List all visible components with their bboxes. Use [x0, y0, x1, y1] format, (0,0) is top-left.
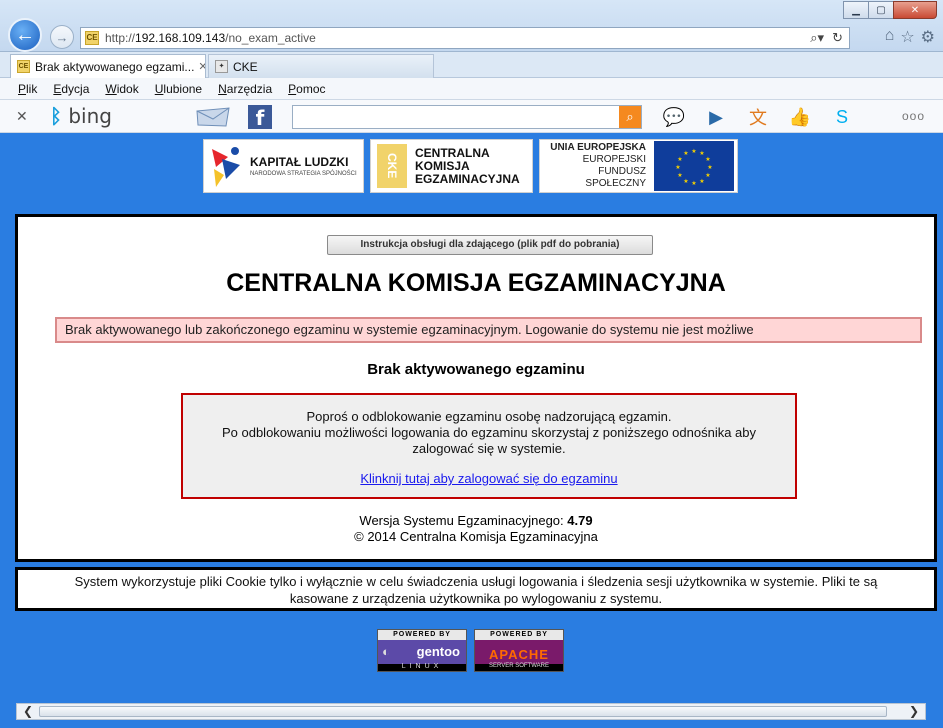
bing-search-button[interactable]: ⌕: [619, 106, 641, 128]
refresh-icon[interactable]: ↻: [832, 30, 843, 46]
svg-text:★: ★: [707, 164, 712, 171]
menu-pomoc[interactable]: Pomoc: [288, 82, 325, 96]
gentoo-badge[interactable]: POWERED BY ◐ gentoo LINUX: [377, 629, 467, 672]
bing-close-icon[interactable]: ✕: [16, 108, 28, 125]
version-value: 4.79: [567, 513, 593, 528]
section-title: Brak aktywowanego egzaminu: [367, 361, 585, 378]
address-url[interactable]: http://192.168.109.143/no_exam_active: [105, 31, 316, 45]
server-badges: POWERED BY ◐ gentoo LINUX POWERED BY APAC…: [377, 629, 564, 672]
menu-narzedzia[interactable]: Narzędzia: [218, 82, 272, 96]
menu-bar: Plik Edycja Widok Ulubione Narzędzia Pom…: [0, 78, 943, 100]
copyright: © 2014 Centralna Komisja Egzaminacyjna: [354, 529, 598, 544]
video-icon[interactable]: ▶: [702, 104, 730, 130]
more-icon[interactable]: ooo: [902, 109, 925, 123]
cke-mark: CKE: [377, 144, 407, 188]
svg-text:★: ★: [675, 164, 680, 171]
info-box: Poproś o odblokowanie egzaminu osobę nad…: [181, 393, 797, 499]
mail-icon[interactable]: [196, 107, 230, 127]
like-icon[interactable]: 👍: [786, 104, 814, 130]
scroll-left-icon[interactable]: ❮: [19, 704, 37, 719]
info-text-line2: Po odblokowaniu możliwości logowania do …: [221, 425, 757, 456]
menu-edycja[interactable]: Edycja: [53, 82, 89, 96]
eu-logo: UNIA EUROPEJSKA EUROPEJSKI FUNDUSZ SPOŁE…: [539, 139, 738, 193]
svg-text:★: ★: [699, 178, 704, 185]
skype-icon[interactable]: S: [828, 104, 856, 130]
apache-badge[interactable]: POWERED BY APACHE SERVER SOFTWARE: [474, 629, 564, 672]
svg-text:★: ★: [677, 156, 682, 163]
forward-button[interactable]: →: [50, 25, 74, 49]
scroll-right-icon[interactable]: ❯: [905, 704, 923, 719]
svg-text:★: ★: [691, 180, 696, 187]
horizontal-scrollbar[interactable]: ❮ ❯: [16, 703, 926, 720]
menu-ulubione[interactable]: Ulubione: [155, 82, 202, 96]
error-alert: Brak aktywowanego lub zakończonego egzam…: [55, 317, 922, 343]
translate-icon[interactable]: 文: [744, 104, 772, 130]
svg-text:★: ★: [677, 172, 682, 179]
tab-label: CKE: [233, 59, 258, 74]
logo-strip: KAPITAŁ LUDZKI NARODOWA STRATEGIA SPÓJNO…: [203, 139, 738, 193]
arrow-right-icon: →: [55, 29, 69, 45]
minimize-button[interactable]: ▁: [843, 1, 869, 19]
window-controls: ▁ ▢ ✕: [843, 1, 937, 19]
kapital-ludzki-logo: KAPITAŁ LUDZKI NARODOWA STRATEGIA SPÓJNO…: [203, 139, 364, 193]
svg-text:★: ★: [691, 148, 696, 155]
cookie-notice: System wykorzystuje pliki Cookie tylko i…: [15, 567, 937, 611]
menu-widok[interactable]: Widok: [105, 82, 138, 96]
instruction-pdf-button[interactable]: Instrukcja obsługi dla zdającego (plik p…: [327, 235, 653, 255]
browser-toolbar-icons: ⌂ ☆ ⚙: [885, 27, 935, 47]
scrollbar-thumb[interactable]: [39, 706, 887, 717]
arrow-left-icon: ←: [15, 23, 35, 46]
eagle-favicon-icon: ✦: [215, 60, 228, 73]
search-icon[interactable]: ⌕▾: [810, 30, 824, 46]
tab-active[interactable]: CE Brak aktywowanego egzami... ✕: [10, 54, 206, 78]
favorites-star-icon[interactable]: ☆: [900, 27, 914, 47]
svg-text:★: ★: [705, 172, 710, 179]
bing-search-input[interactable]: ⌕: [292, 105, 642, 129]
svg-text:★: ★: [683, 178, 688, 185]
bing-logo: ᛒ bing: [50, 104, 112, 128]
home-icon[interactable]: ⌂: [885, 27, 895, 47]
svg-text:★: ★: [699, 150, 704, 157]
kapital-ludzki-mark-icon: [208, 143, 244, 189]
version-info: Wersja Systemu Egzaminacyjnego: 4.79 © 2…: [18, 513, 934, 545]
address-bar[interactable]: CE http://192.168.109.143/no_exam_active…: [80, 27, 850, 49]
search-icon: ⌕: [626, 109, 634, 124]
tab-favicon: CE: [17, 60, 30, 73]
page-title: CENTRALNA KOMISJA EGZAMINACYJNA: [226, 269, 726, 297]
close-window-button[interactable]: ✕: [893, 1, 937, 19]
menu-plik[interactable]: Plik: [18, 82, 37, 96]
tab-label: Brak aktywowanego egzami...: [35, 59, 195, 74]
back-button[interactable]: ←: [8, 18, 42, 52]
info-text-line1: Poproś o odblokowanie egzaminu osobę nad…: [306, 409, 672, 424]
version-label: Wersja Systemu Egzaminacyjnego:: [359, 513, 564, 528]
bing-toolbar: ✕ ᛒ bing f ⌕ 💬 ▶ 文 👍 S ooo: [0, 100, 943, 133]
chat-icon[interactable]: 💬: [660, 104, 688, 130]
tab-cke[interactable]: ✦ CKE: [208, 54, 434, 78]
gentoo-logo-icon: ◐: [382, 644, 390, 659]
tab-row: CE Brak aktywowanego egzami... ✕ ✦ CKE: [0, 52, 943, 78]
svg-text:★: ★: [683, 150, 688, 157]
main-panel: Instrukcja obsługi dla zdającego (plik p…: [15, 214, 937, 562]
browser-titlebar: ▁ ▢ ✕ ← → CE http://192.168.109.143/no_e…: [0, 0, 943, 52]
site-favicon: CE: [85, 31, 99, 45]
cke-logo: CKE CENTRALNA KOMISJA EGZAMINACYJNA: [370, 139, 533, 193]
login-link[interactable]: Klinknij tutaj aby zalogować się do egza…: [360, 471, 617, 487]
settings-gear-icon[interactable]: ⚙: [921, 27, 935, 47]
facebook-icon[interactable]: f: [248, 105, 272, 130]
svg-text:★: ★: [705, 156, 710, 163]
maximize-button[interactable]: ▢: [868, 1, 894, 19]
eu-flag-icon: ★ ★★ ★★★ ★★★ ★★★: [654, 141, 734, 191]
tab-close-icon[interactable]: ✕: [194, 60, 205, 73]
